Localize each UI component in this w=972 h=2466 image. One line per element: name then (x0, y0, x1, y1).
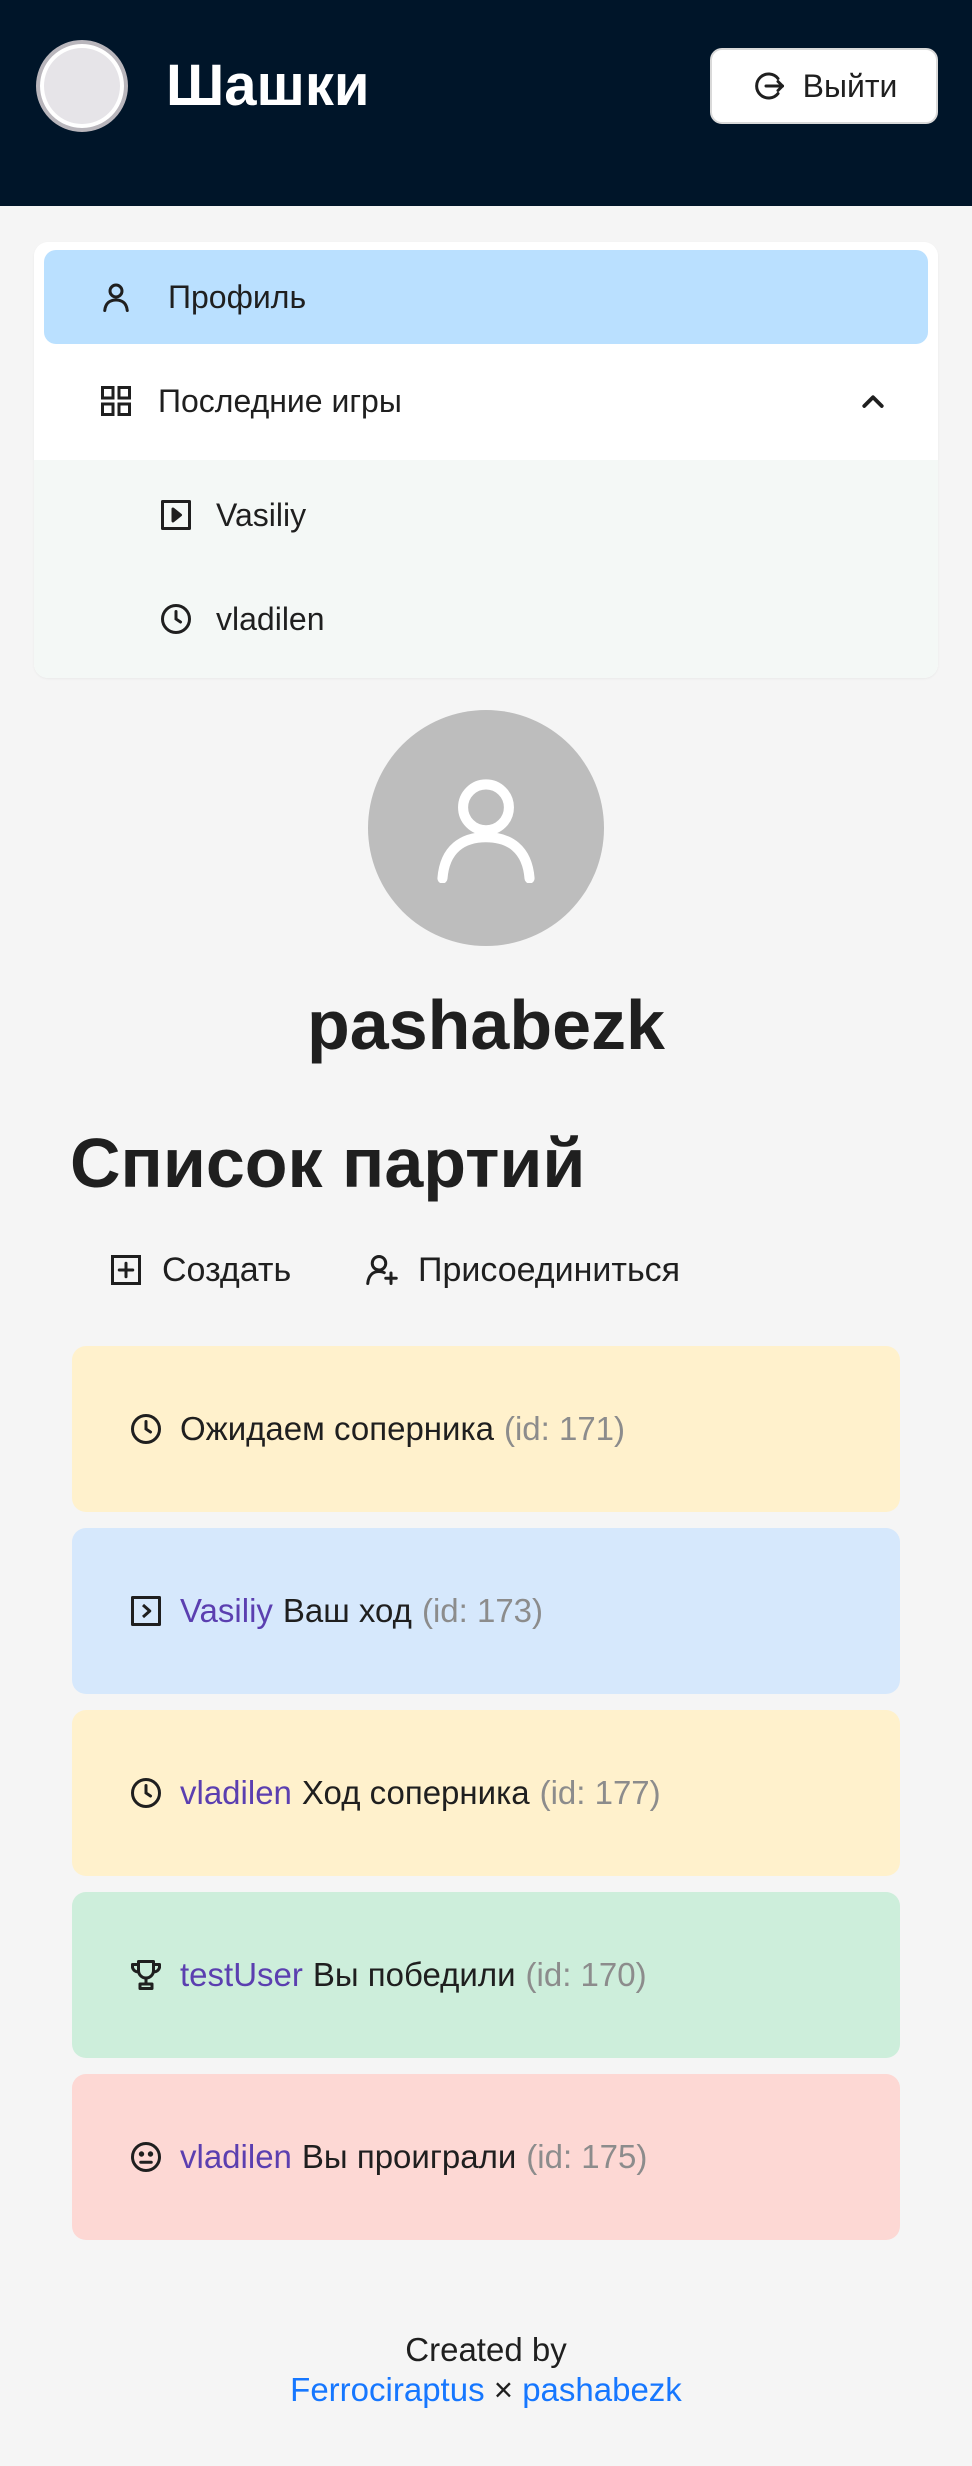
clock-icon (131, 1778, 161, 1808)
avatar (368, 710, 604, 946)
chevron-up-icon[interactable] (858, 386, 888, 416)
play-square-icon (131, 1596, 161, 1626)
user-icon (103, 283, 129, 312)
recent-games-submenu: Vasiliy vladilen (34, 460, 938, 678)
footer-created-by: Created by (405, 2331, 567, 2368)
navigation-menu: Профиль Последние игры Vasiliy vladilen (34, 242, 938, 678)
game-id: (id: 175) (526, 2138, 648, 2175)
appstore-icon (101, 386, 131, 416)
footer-separator: × (493, 2371, 514, 2408)
game-id: (id: 170) (525, 1956, 647, 1993)
game-card[interactable]: Vasiliy Ваш ход (id: 173) (72, 1528, 900, 1694)
game-card[interactable]: Ожидаем соперника (id: 171) (72, 1346, 900, 1512)
frown-icon (131, 2142, 161, 2172)
create-game-label: Создать (162, 1250, 292, 1289)
clock-icon (161, 604, 191, 634)
play-square-icon (161, 500, 191, 530)
app-title: Шашки (166, 53, 370, 118)
game-id: (id: 177) (539, 1774, 661, 1811)
game-status: Вы победили (312, 1956, 516, 1993)
user-add-icon (366, 1255, 398, 1285)
game-id: (id: 173) (421, 1592, 544, 1629)
clock-icon (131, 1414, 161, 1444)
game-status: Вы проиграли (301, 2138, 517, 2175)
join-game-button[interactable]: Присоединиться (364, 1240, 680, 1300)
game-status: Ваш ход (282, 1592, 412, 1629)
game-card[interactable]: vladilen Вы проиграли (id: 175) (72, 2074, 900, 2240)
plus-square-icon (111, 1255, 141, 1285)
menu-item-profile-label: Профиль (168, 278, 307, 315)
submenu-item-label: vladilen (216, 600, 325, 637)
game-status: Ожидаем соперника (180, 1410, 494, 1447)
logout-label: Выйти (802, 67, 898, 104)
games-section-title: Список партий (70, 1124, 586, 1202)
app-header: Шашки Выйти (0, 0, 972, 206)
game-card[interactable]: testUser Вы победили (id: 170) (72, 1892, 900, 2058)
game-opponent[interactable]: vladilen (180, 1774, 292, 1812)
menu-item-profile[interactable]: Профиль (44, 250, 928, 344)
footer: Created by Ferrociraptus × pashabezk (0, 2330, 972, 2410)
user-icon (437, 779, 535, 883)
profile-username: pashabezk (307, 986, 665, 1064)
game-card[interactable]: vladilen Ход соперника (id: 177) (72, 1710, 900, 1876)
game-opponent[interactable]: vladilen (180, 2138, 292, 2176)
menu-item-recent-games-label: Последние игры (158, 382, 402, 419)
app-logo (36, 40, 128, 132)
create-game-button[interactable]: Создать (108, 1240, 291, 1300)
submenu-item-game[interactable]: vladilen (34, 572, 938, 666)
footer-authors: Ferrociraptus × pashabezk (0, 2370, 972, 2410)
footer-author-link[interactable]: pashabezk (522, 2371, 682, 2408)
logout-icon (754, 72, 784, 100)
game-id: (id: 171) (503, 1410, 626, 1447)
trophy-icon (131, 1960, 161, 1990)
submenu-item-label: Vasiliy (216, 496, 307, 533)
submenu-item-game[interactable]: Vasiliy (34, 468, 938, 562)
footer-author-link[interactable]: Ferrociraptus (290, 2371, 484, 2408)
game-opponent[interactable]: testUser (180, 1956, 303, 1994)
join-game-label: Присоединиться (418, 1250, 681, 1289)
menu-item-recent-games[interactable]: Последние игры (34, 354, 938, 448)
game-opponent[interactable]: Vasiliy (180, 1592, 273, 1630)
game-status: Ход соперника (301, 1774, 530, 1811)
logout-button[interactable]: Выйти (710, 48, 938, 124)
